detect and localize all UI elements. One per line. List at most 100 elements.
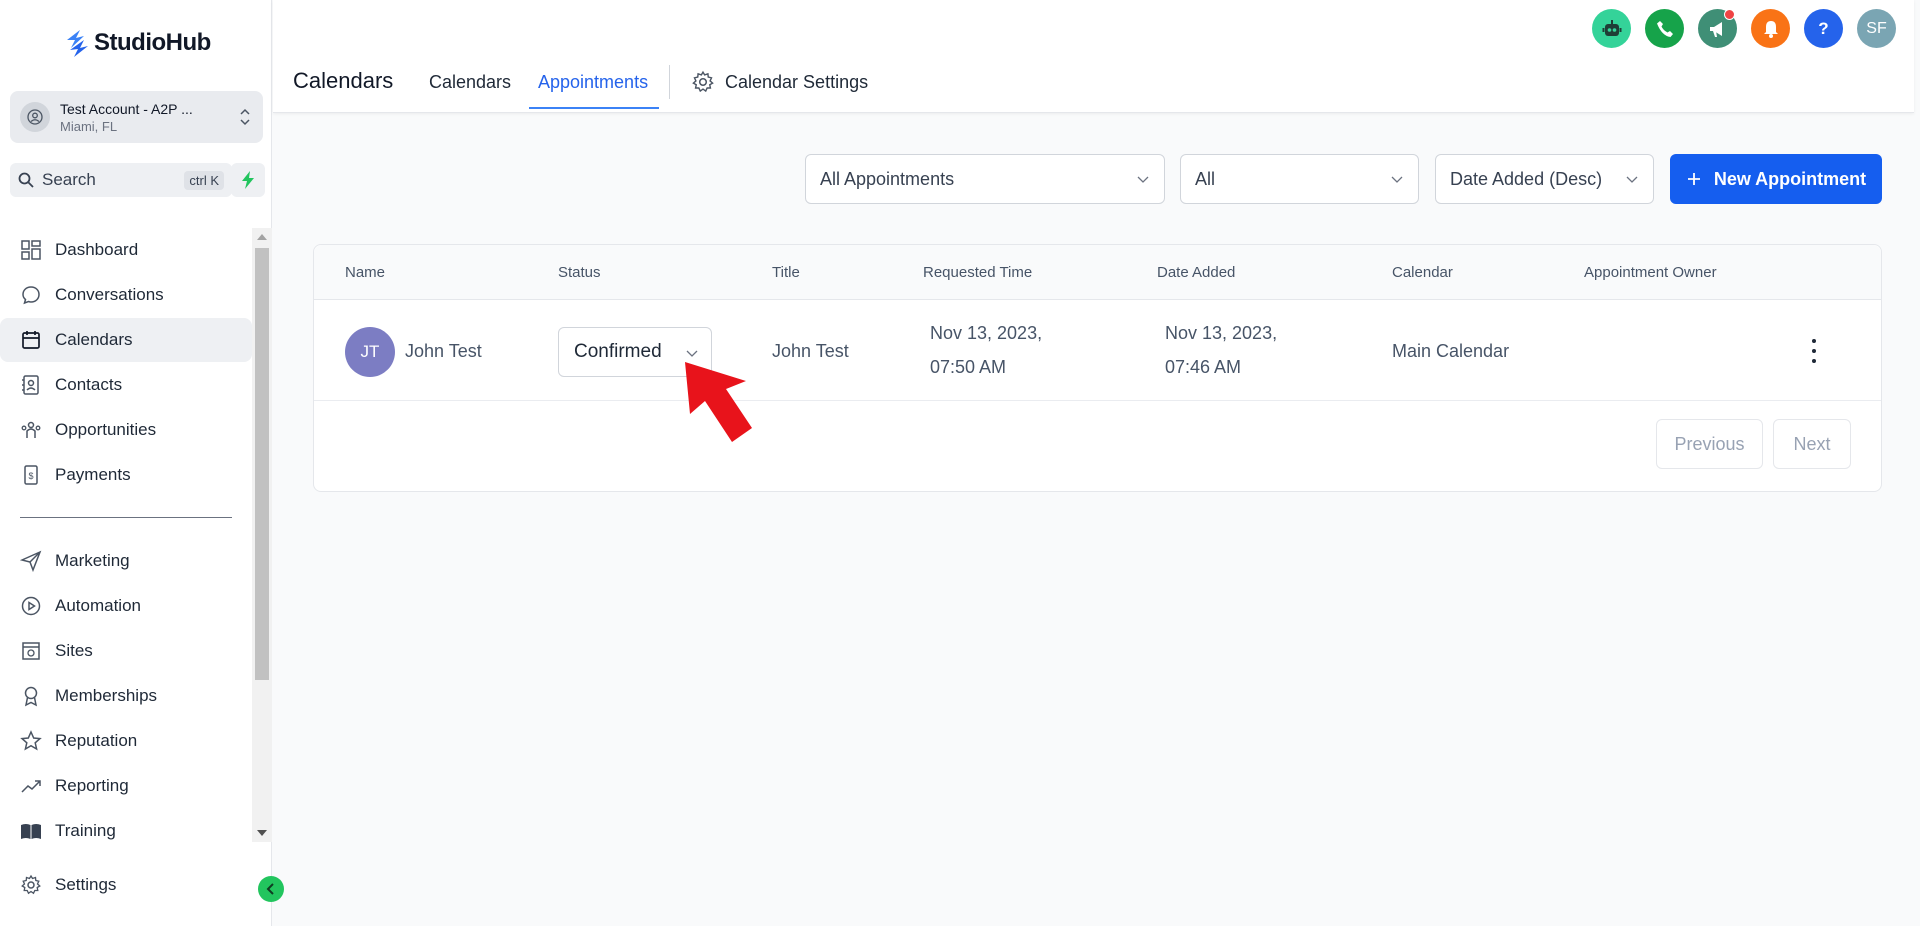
opportunities-icon: [21, 421, 41, 438]
sidebar-item-opportunities[interactable]: Opportunities: [0, 408, 252, 452]
sidebar-item-label: Sites: [55, 641, 93, 660]
page-title: Calendars: [293, 68, 394, 93]
appointments-filter-select[interactable]: All Appointments: [805, 154, 1165, 204]
column-header-calendar[interactable]: Calendar: [1392, 264, 1453, 281]
sidebar-item-label: Conversations: [55, 285, 164, 304]
search-icon: [18, 172, 34, 188]
column-header-requested-time[interactable]: Requested Time: [923, 264, 1032, 281]
sidebar-item-sites[interactable]: Sites: [0, 629, 252, 673]
chevron-down-icon: [1626, 176, 1638, 183]
sidebar-item-reputation[interactable]: Reputation: [0, 719, 252, 763]
help-button[interactable]: ?: [1804, 9, 1843, 48]
contact-initials: JT: [360, 342, 380, 361]
contact-avatar: JT: [345, 327, 395, 377]
sidebar-item-label: Settings: [55, 875, 117, 894]
account-name: Test Account - A2P ...: [60, 100, 193, 117]
chevron-updown-icon: [240, 108, 250, 126]
sidebar-item-calendars[interactable]: Calendars: [0, 318, 252, 362]
svg-text:$: $: [28, 471, 33, 481]
column-header-title[interactable]: Title: [772, 264, 800, 281]
collapse-sidebar-button[interactable]: [258, 876, 284, 902]
brand-name: StudioHub: [94, 29, 211, 56]
calendar-name: Main Calendar: [1392, 341, 1510, 361]
gear-icon: [692, 70, 714, 93]
sidebar-item-payments[interactable]: $ Payments: [0, 453, 252, 497]
status-filter-value: All: [1195, 168, 1216, 189]
user-avatar[interactable]: SF: [1857, 9, 1896, 48]
column-header-name[interactable]: Name: [345, 264, 385, 281]
sidebar-item-automation[interactable]: Automation: [0, 584, 252, 628]
announcements-button[interactable]: [1698, 9, 1737, 48]
sidebar-item-marketing[interactable]: Marketing: [0, 539, 252, 583]
tab-appointments[interactable]: Appointments: [538, 72, 648, 93]
column-header-appointment-owner[interactable]: Appointment Owner: [1584, 264, 1717, 281]
column-header-status[interactable]: Status: [558, 264, 601, 281]
table-header: Name Status Title Requested Time Date Ad…: [314, 245, 1881, 300]
sidebar-item-label: Marketing: [55, 551, 130, 570]
sidebar-item-contacts[interactable]: Contacts: [0, 363, 252, 407]
active-tab-indicator: [529, 107, 659, 109]
row-actions-kebab-icon[interactable]: [1810, 339, 1818, 363]
account-location: Miami, FL: [60, 118, 118, 134]
sidebar-item-label: Reputation: [55, 731, 138, 750]
scroll-down-arrow[interactable]: [257, 830, 267, 836]
sidebar-item-conversations[interactable]: Conversations: [0, 273, 252, 317]
sidebar-item-training[interactable]: Training: [0, 809, 252, 853]
star-icon: [20, 730, 42, 751]
appointment-title: John Test: [772, 341, 849, 361]
table-row[interactable]: JT John Test Confirmed John Test Nov 13,…: [314, 301, 1881, 401]
quick-action-button[interactable]: [231, 163, 265, 197]
sidebar-divider: [20, 517, 232, 518]
search-bar[interactable]: Search ctrl K: [10, 163, 232, 197]
sidebar-scrollbar[interactable]: [252, 228, 272, 842]
notifications-button[interactable]: [1751, 9, 1790, 48]
plus-icon: [1687, 173, 1700, 185]
account-switcher[interactable]: Test Account - A2P ... Miami, FL: [10, 91, 263, 143]
automation-icon: [21, 596, 41, 616]
sidebar-item-label: Opportunities: [55, 420, 157, 439]
bell-icon: [1763, 20, 1778, 38]
user-initials: SF: [1866, 19, 1887, 37]
column-header-date-added[interactable]: Date Added: [1157, 264, 1235, 281]
requested-time-hour: 07:50 AM: [930, 357, 1007, 377]
sidebar-item-reporting[interactable]: Reporting: [0, 764, 252, 808]
sidebar-item-memberships[interactable]: Memberships: [0, 674, 252, 718]
next-page-button[interactable]: Next: [1773, 419, 1851, 469]
sidebar-item-label: Payments: [55, 465, 131, 484]
sort-value: Date Added (Desc): [1450, 168, 1603, 189]
sidebar-item-label: Automation: [55, 596, 141, 615]
status-value: Confirmed: [574, 341, 662, 362]
brand-logo[interactable]: StudioHub: [64, 28, 211, 58]
sidebar-item-settings[interactable]: Settings: [0, 863, 252, 907]
tab-calendar-settings-label: Calendar Settings: [725, 71, 869, 92]
scroll-thumb[interactable]: [255, 248, 269, 680]
sidebar-item-dashboard[interactable]: Dashboard: [0, 228, 252, 272]
sidebar-item-label: Calendars: [55, 330, 133, 349]
next-label: Next: [1793, 433, 1831, 454]
megaphone-icon: [1709, 21, 1722, 37]
trend-icon: [21, 780, 41, 793]
search-shortcut: ctrl K: [184, 170, 224, 190]
status-filter-select[interactable]: All: [1180, 154, 1419, 204]
date-added-hour: 07:46 AM: [1165, 357, 1242, 377]
sort-select[interactable]: Date Added (Desc): [1435, 154, 1654, 204]
tab-calendar-settings[interactable]: Calendar Settings: [691, 70, 868, 94]
previous-page-button[interactable]: Previous: [1656, 419, 1763, 469]
tab-calendars[interactable]: Calendars: [429, 72, 511, 93]
contact-name-link[interactable]: John Test: [405, 341, 482, 362]
logo-icon: [67, 30, 88, 57]
chat-icon: [22, 286, 40, 305]
sidebar-item-label: Reporting: [55, 776, 129, 795]
new-appointment-button[interactable]: New Appointment: [1670, 154, 1882, 204]
help-icon: ?: [1818, 18, 1829, 38]
chevron-down-icon: [1137, 176, 1149, 183]
search-label: Search: [42, 170, 96, 189]
sidebar-item-label: Dashboard: [55, 240, 139, 259]
requested-time-date: Nov 13, 2023,: [930, 323, 1043, 343]
ai-bot-button[interactable]: [1592, 9, 1631, 48]
phone-button[interactable]: [1645, 9, 1684, 48]
sidebar-item-label: Memberships: [55, 686, 158, 705]
account-icon: [20, 102, 50, 132]
scroll-up-arrow[interactable]: [257, 234, 267, 240]
sidebar-item-label: Training: [55, 821, 116, 840]
